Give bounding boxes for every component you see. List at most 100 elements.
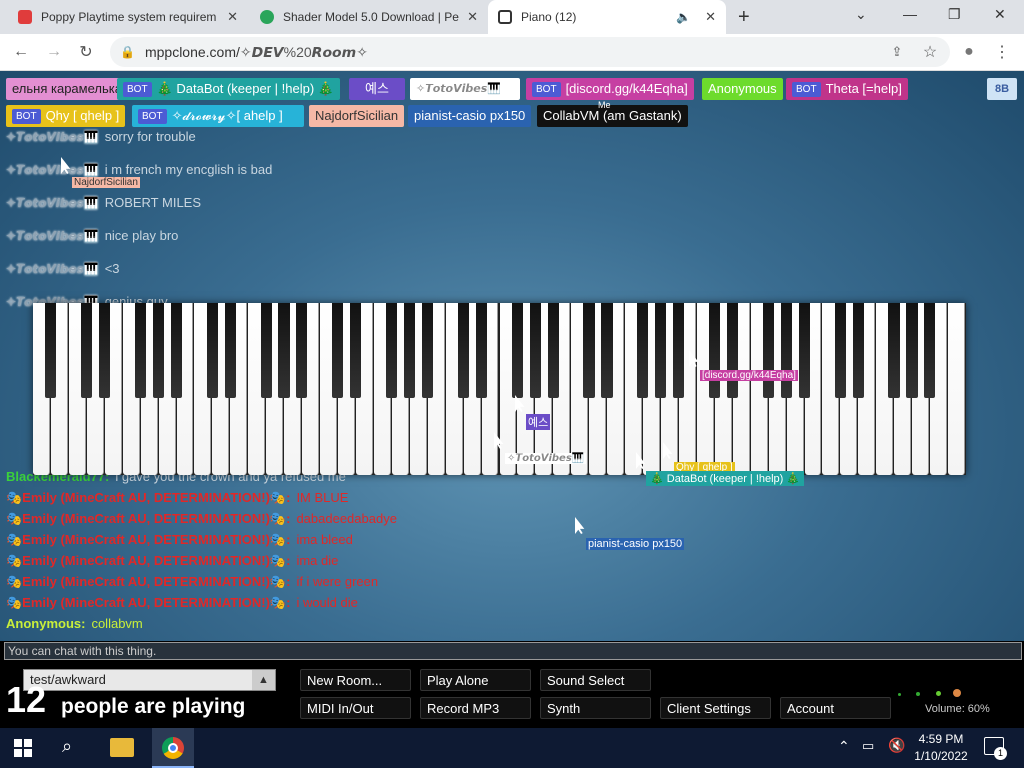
piano-black-key[interactable]: [386, 303, 398, 398]
piano-black-key[interactable]: [547, 303, 559, 398]
piano-black-key[interactable]: [475, 303, 487, 398]
new-tab-button[interactable]: +: [738, 6, 750, 29]
user-tag[interactable]: BOT 🎄 DataBot (keeper | !help) 🎄: [117, 78, 340, 100]
piano-black-key[interactable]: [421, 303, 434, 398]
piano-black-key[interactable]: [45, 303, 57, 398]
back-icon[interactable]: ←: [8, 39, 34, 65]
close-window-button[interactable]: ✕: [994, 6, 1006, 23]
midi-button[interactable]: MIDI In/Out: [300, 697, 411, 719]
user-tag-me[interactable]: CollabVM (am Gastank): [537, 105, 688, 127]
piano-black-key[interactable]: [350, 303, 362, 398]
url-path: ✧𝘿𝙀𝙑%20𝙍𝙤𝙤𝙢✧: [239, 43, 368, 60]
piano-black-key[interactable]: [780, 303, 792, 398]
show-hidden-icons-icon[interactable]: ⌃: [838, 738, 850, 755]
piano-black-key[interactable]: [296, 303, 308, 398]
user-tag[interactable]: pianist-casio px150: [408, 105, 532, 127]
browser-toolbar: ← → ↻ 🔒 mppclone.com/✧𝘿𝙀𝙑%20𝙍𝙤𝙤𝙢✧ ⇪ ☆ ● …: [0, 34, 1024, 71]
chrome-taskbar-button[interactable]: [152, 728, 194, 768]
piano-black-key[interactable]: [134, 303, 147, 398]
user-tag[interactable]: BOT [discord.gg/k44Eqha]: [526, 78, 694, 100]
top-right-button[interactable]: 8B: [987, 78, 1017, 100]
windows-start-icon[interactable]: [14, 739, 32, 757]
piano-black-key[interactable]: [224, 303, 236, 398]
piano-black-key[interactable]: [278, 303, 290, 398]
player-count-label: people are playing: [61, 695, 246, 718]
room-name-input[interactable]: test/awkward: [23, 669, 276, 691]
bookmark-star-icon[interactable]: ☆: [917, 39, 943, 65]
share-icon[interactable]: ⇪: [884, 39, 910, 65]
piano-black-key[interactable]: [655, 303, 667, 398]
new-room-button[interactable]: New Room...: [300, 669, 411, 691]
piano-black-key[interactable]: [511, 303, 523, 398]
profile-avatar-icon[interactable]: ●: [956, 39, 982, 65]
reload-icon[interactable]: ↻: [73, 39, 99, 65]
piano-black-key[interactable]: [709, 303, 721, 398]
sound-select-button[interactable]: Sound Select: [540, 669, 651, 691]
minimize-button[interactable]: —: [903, 6, 917, 22]
volume-knob-icon[interactable]: [898, 686, 968, 702]
close-tab-icon[interactable]: ✕: [227, 9, 238, 25]
user-tag[interactable]: 예스: [349, 78, 405, 100]
piano-black-key[interactable]: [332, 303, 344, 398]
piano-black-key[interactable]: [637, 303, 649, 398]
search-icon[interactable]: ⌕: [62, 736, 72, 757]
speaker-icon[interactable]: 🔈: [676, 10, 691, 24]
network-icon[interactable]: ▭: [862, 738, 874, 754]
user-tag[interactable]: ✧𝙏𝙤𝙩𝙤𝙑𝙞𝙗𝙚𝙨🎹: [410, 78, 520, 100]
address-bar[interactable]: 🔒 mppclone.com/✧𝘿𝙀𝙑%20𝙍𝙤𝙤𝙢✧: [110, 37, 950, 67]
piano-black-key[interactable]: [457, 303, 469, 398]
chat-input-hint[interactable]: You can chat with this thing.: [4, 642, 1022, 660]
user-tag[interactable]: BOT Theta [=help]: [786, 78, 908, 100]
chat-message: 🎭Emily (MineCraft AU, DETERMINATION!)🎭: d…: [6, 511, 397, 526]
piano-black-key[interactable]: [852, 303, 864, 398]
piano-black-key[interactable]: [906, 303, 918, 398]
piano-black-key[interactable]: [727, 303, 739, 398]
tab-search-icon[interactable]: ⌄: [855, 6, 867, 23]
user-tag[interactable]: BOT Qhy [ qhelp ]: [6, 105, 126, 127]
piano-black-key[interactable]: [260, 303, 272, 398]
piano-black-key[interactable]: [834, 303, 846, 398]
bot-badge: BOT: [12, 109, 41, 124]
file-explorer-icon[interactable]: [110, 738, 134, 757]
user-tag[interactable]: BOT ✧𝓭𝓻𝓸𝔀𝓻𝔂✧[ ahelp ]: [132, 105, 304, 127]
client-settings-button[interactable]: Client Settings: [660, 697, 771, 719]
piano-black-key[interactable]: [99, 303, 111, 398]
browser-tab-poppy[interactable]: Poppy Playtime system requirem ✕: [8, 0, 248, 34]
user-tag[interactable]: NajdorfSicilian: [309, 105, 405, 127]
clock-time[interactable]: 4:59 PM: [916, 732, 966, 746]
browser-tab-shader[interactable]: Shader Model 5.0 Download | Pe ✕: [250, 0, 488, 34]
piano-keyboard[interactable]: [33, 303, 966, 475]
piano-black-key[interactable]: [404, 303, 416, 398]
piano-black-key[interactable]: [170, 303, 182, 398]
restore-button[interactable]: ❐: [948, 6, 961, 23]
piano-black-key[interactable]: [673, 303, 685, 398]
synth-button[interactable]: Synth: [540, 697, 651, 719]
chat-message: ✧𝙏𝙤𝙩𝙤𝙑𝙞𝙗𝙚𝙨🎹 nice play bro: [6, 228, 179, 243]
piano-black-key[interactable]: [81, 303, 93, 398]
volume-muted-icon[interactable]: 🔇: [888, 737, 905, 754]
record-mp3-button[interactable]: Record MP3: [420, 697, 531, 719]
close-tab-icon[interactable]: ✕: [705, 9, 716, 25]
account-button[interactable]: Account: [780, 697, 891, 719]
chat-message: Anonymous: collabvm: [6, 616, 143, 631]
menu-kebab-icon[interactable]: ⋮: [989, 39, 1015, 65]
piano-black-key[interactable]: [888, 303, 900, 398]
play-alone-button[interactable]: Play Alone: [420, 669, 531, 691]
browser-tab-piano[interactable]: Piano (12) 🔈 ✕: [488, 0, 726, 34]
piano-black-key[interactable]: [798, 303, 810, 398]
piano-black-key[interactable]: [529, 303, 541, 398]
close-tab-icon[interactable]: ✕: [467, 9, 478, 25]
room-dropdown-icon[interactable]: ▲: [252, 670, 275, 690]
piano-black-key[interactable]: [762, 303, 774, 398]
piano-black-key[interactable]: [924, 303, 936, 398]
piano-black-key[interactable]: [583, 303, 595, 398]
user-tag[interactable]: ельня карамелька: [6, 78, 128, 100]
user-tag[interactable]: Anonymous: [702, 78, 783, 100]
piano-black-key[interactable]: [206, 303, 218, 398]
clock-date[interactable]: 1/10/2022: [912, 749, 970, 763]
piano-white-key[interactable]: [948, 303, 965, 475]
piano-black-key[interactable]: [601, 303, 613, 398]
forward-icon[interactable]: →: [41, 39, 67, 65]
notifications-icon[interactable]: 1: [984, 737, 1007, 760]
piano-black-key[interactable]: [152, 303, 164, 398]
